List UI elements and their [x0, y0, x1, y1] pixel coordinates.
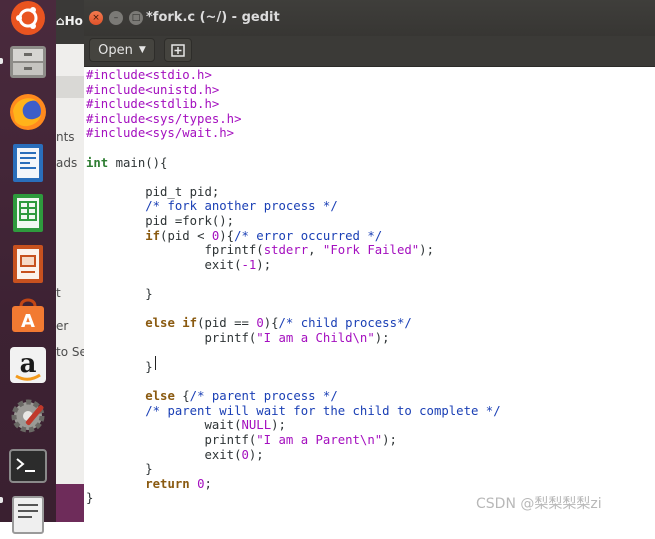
open-label: Open: [98, 42, 133, 58]
files-icon[interactable]: [4, 37, 52, 85]
code-line[interactable]: if(pid < 0){/* error occurred */: [86, 229, 382, 244]
sidebar-item-fragment[interactable]: ads: [56, 156, 77, 170]
running-indicator: [0, 58, 3, 64]
code-line[interactable]: #include<sys/wait.h>: [86, 126, 234, 141]
code-line[interactable]: return 0;: [86, 477, 212, 492]
ubuntu-logo-icon[interactable]: [4, 0, 52, 42]
window-title: *fork.c (~/) - gedit: [146, 10, 280, 25]
text-cursor: [155, 356, 156, 370]
code-line[interactable]: pid_t pid;: [86, 185, 219, 200]
code-line[interactable]: exit(0);: [86, 448, 263, 463]
watermark: CSDN @梨梨梨梨zi: [476, 496, 602, 512]
code-line[interactable]: printf("I am a Parent\n");: [86, 433, 397, 448]
desktop-background: [56, 484, 86, 522]
writer-icon[interactable]: [4, 139, 52, 187]
text-editor-icon[interactable]: [4, 491, 52, 539]
code-line[interactable]: }: [86, 491, 93, 506]
text-editor-area[interactable]: #include<stdio.h> #include<unistd.h> #incl…: [84, 67, 655, 522]
code-line[interactable]: #include<unistd.h>: [86, 83, 219, 98]
impress-icon[interactable]: [4, 240, 52, 288]
sidebar-item-fragment[interactable]: to Se: [56, 345, 87, 359]
open-button[interactable]: Open ▼: [89, 38, 155, 62]
code-line[interactable]: /* parent will wait for the child to com…: [86, 404, 500, 419]
new-document-icon: [171, 44, 185, 57]
home-breadcrumb[interactable]: ⌂Ho: [56, 14, 83, 28]
minimize-button[interactable]: –: [109, 11, 123, 25]
terminal-icon[interactable]: [4, 442, 52, 490]
code-line[interactable]: fprintf(stderr, "Fork Failed");: [86, 243, 434, 258]
maximize-icon: □: [131, 12, 141, 23]
sidebar-item-fragment[interactable]: nts: [56, 130, 75, 144]
background-file-manager-window: ⌂Ho nts ads t er to Se: [56, 0, 87, 522]
amazon-icon[interactable]: a: [4, 341, 52, 389]
code-line[interactable]: }: [86, 462, 152, 477]
close-button[interactable]: ×: [89, 11, 103, 25]
background-window-header: ⌂Ho: [56, 0, 86, 44]
code-line[interactable]: #include<sys/types.h>: [86, 112, 241, 127]
code-line[interactable]: pid =fork();: [86, 214, 234, 229]
system-settings-icon[interactable]: [4, 392, 52, 440]
running-indicator: [0, 497, 3, 503]
code-line[interactable]: exit(-1);: [86, 258, 271, 273]
svg-text:a: a: [20, 349, 37, 379]
code-line[interactable]: wait(NULL);: [86, 418, 285, 433]
sidebar-item-fragment[interactable]: t: [56, 286, 61, 300]
code-line[interactable]: #include<stdio.h>: [86, 68, 212, 83]
code-line[interactable]: }: [86, 287, 152, 302]
code-line[interactable]: int main(){: [86, 156, 167, 171]
home-icon: ⌂: [56, 14, 65, 28]
sidebar-item-fragment[interactable]: er: [56, 319, 68, 333]
toolbar: Open ▼: [84, 36, 655, 67]
title-bar[interactable]: × – □ *fork.c (~/) - gedit: [84, 0, 655, 36]
sidebar-selected-row[interactable]: [56, 76, 86, 98]
new-document-button[interactable]: [164, 38, 192, 62]
code-line[interactable]: /* fork another process */: [86, 199, 338, 214]
software-center-icon[interactable]: A: [4, 291, 52, 339]
unity-launcher: A a: [0, 0, 56, 534]
gedit-window: × – □ *fork.c (~/) - gedit Open ▼ #inclu…: [84, 0, 655, 522]
dropdown-arrow-icon: ▼: [138, 45, 146, 55]
code-line[interactable]: }: [86, 360, 152, 375]
firefox-icon[interactable]: [4, 88, 52, 136]
minimize-icon: –: [113, 12, 119, 23]
maximize-button[interactable]: □: [129, 11, 143, 25]
code-line[interactable]: #include<stdlib.h>: [86, 97, 219, 112]
code-line[interactable]: else if(pid == 0){/* child process*/: [86, 316, 412, 331]
calc-icon[interactable]: [4, 189, 52, 237]
code-line[interactable]: printf("I am a Child\n");: [86, 331, 389, 346]
code-line[interactable]: else {/* parent process */: [86, 389, 338, 404]
close-icon: ×: [92, 12, 100, 23]
svg-text:A: A: [21, 311, 35, 332]
